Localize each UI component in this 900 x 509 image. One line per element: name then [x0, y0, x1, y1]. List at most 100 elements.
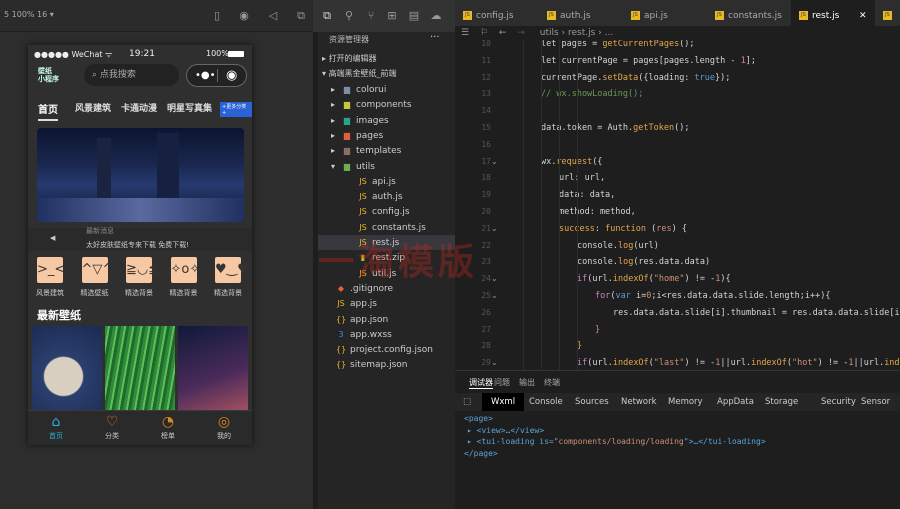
tabbar-item-0[interactable]: ⌂ 首页 — [28, 413, 84, 441]
panel-tab[interactable]: 问题 — [494, 377, 510, 388]
fold-chevron-icon[interactable]: ⌄ — [491, 274, 498, 283]
tabbar-item-2[interactable]: ◔ 榜单 — [140, 413, 196, 441]
code-line: wx.request({ — [541, 156, 603, 167]
wallpaper-thumbnail[interactable] — [32, 326, 102, 410]
window-icon[interactable]: ⧉ — [295, 10, 307, 22]
devtools-tab-network[interactable]: Network — [621, 393, 657, 411]
debug-icon[interactable]: ▤ — [408, 10, 420, 22]
tree-item[interactable]: JS auth.js — [318, 189, 455, 204]
devtools-tab-console[interactable]: Console — [529, 393, 563, 411]
wallpaper-thumbnail[interactable] — [105, 326, 175, 410]
fold-chevron-icon[interactable]: ⌄ — [491, 157, 498, 166]
search-icon[interactable]: ⚲ — [343, 10, 355, 22]
project-section[interactable]: ▾ 高端黑金壁纸_前端 — [318, 66, 455, 81]
back-icon[interactable]: ← — [499, 28, 507, 38]
tabbar-item-3[interactable]: ◎ 我的 — [196, 413, 252, 441]
folder-open-icon: ▆ — [343, 161, 351, 171]
tree-item[interactable]: {} app.json — [318, 312, 455, 327]
tree-item[interactable]: JS api.js — [318, 174, 455, 189]
panel-tab[interactable]: 终端 — [544, 377, 560, 388]
devtools-tab-security[interactable]: Security — [821, 393, 856, 411]
tree-item[interactable]: ▮ rest.zip — [318, 250, 455, 265]
tree-item[interactable]: ▸ ▆ templates — [318, 143, 455, 158]
tree-item[interactable]: ▸ ▆ images — [318, 113, 455, 128]
tree-item[interactable]: JS util.js — [318, 266, 455, 281]
explorer-menu-button[interactable]: ··· — [430, 32, 440, 43]
category-label[interactable]: 精选背景 — [208, 288, 248, 298]
extensions-icon[interactable]: ⊞ — [386, 10, 398, 22]
outline-icon[interactable]: ☰ — [461, 28, 469, 38]
tab-scenery[interactable]: 风景建筑 — [75, 101, 111, 114]
category-icon[interactable]: ✧o✧ — [170, 257, 200, 283]
tree-item[interactable]: JS config.js — [318, 204, 455, 219]
tree-item[interactable]: JS constants.js — [318, 220, 455, 235]
search-input[interactable]: ⌕ 点我搜索 — [84, 64, 179, 86]
tree-item[interactable]: JS rest.js — [318, 235, 455, 250]
close-button[interactable]: ◉ — [226, 65, 237, 86]
tree-item[interactable]: {} project.config.json — [318, 342, 455, 357]
source-control-icon[interactable]: ⑂ — [365, 10, 377, 22]
devtools-tab-appdata[interactable]: AppData — [717, 393, 754, 411]
inspect-icon[interactable]: ⬚ — [463, 393, 471, 411]
tab-anime[interactable]: 卡通动漫 — [121, 101, 157, 114]
wallpaper-thumbnail[interactable] — [178, 326, 248, 410]
fold-chevron-icon[interactable]: ⌄ — [491, 291, 498, 300]
devtools-tab-sensor[interactable]: Sensor — [861, 393, 890, 411]
code-editor[interactable]: 10 let pages = getCurrentPages(); 11 let cu… — [455, 40, 900, 370]
panel-tab[interactable]: 输出 — [519, 377, 535, 388]
search-placeholder: 点我搜索 — [99, 70, 136, 80]
devtools-tab-sources[interactable]: Sources — [575, 393, 609, 411]
fold-chevron-icon[interactable]: ⌄ — [491, 358, 498, 367]
folder-icon: ▆ — [343, 85, 351, 94]
devtools-tab-memory[interactable]: Memory — [668, 393, 703, 411]
tree-item[interactable]: ▸ ▆ colorui — [318, 82, 455, 97]
banner-image[interactable] — [37, 128, 244, 222]
fold-chevron-icon[interactable]: ⌄ — [491, 224, 498, 233]
tree-item[interactable]: ▸ ▆ components — [318, 97, 455, 112]
tab-home[interactable]: 首页 — [38, 101, 58, 116]
code-line: data.token = Auth.getToken(); — [541, 123, 690, 133]
tree-item[interactable]: JS app.js — [318, 296, 455, 311]
category-icon[interactable]: ♥‿♥ — [215, 257, 249, 283]
category-label[interactable]: 风景建筑 — [30, 288, 70, 298]
wxml-node[interactable]: <page> — [464, 414, 493, 423]
code-line: res.data.data.slide[i].thumbnail = res.d… — [613, 307, 900, 318]
forward-icon[interactable]: → — [517, 28, 525, 38]
volume-icon[interactable]: ◁ — [267, 10, 279, 22]
category-icon[interactable]: >_< — [37, 257, 65, 283]
tab-stars[interactable]: 明星写真集 — [167, 101, 212, 114]
bookmark-icon[interactable]: ⚐ — [480, 28, 488, 38]
tree-item[interactable]: ◆ .gitignore — [318, 281, 455, 296]
wxml-node[interactable]: </page> — [464, 449, 498, 458]
phone-icon[interactable]: ▯ — [211, 10, 223, 22]
line-number: 14 — [481, 106, 491, 116]
notice-bar[interactable]: ◀ 最新消息 太好皮肤壁纸专来下载 免费下载! — [28, 227, 252, 251]
devtools-tab-wxml[interactable]: Wxml — [482, 393, 525, 411]
zoom-select[interactable]: 5 100% 16 ▾ — [4, 10, 54, 19]
category-icon[interactable]: ^▽^ — [81, 257, 113, 283]
category-label[interactable]: 精选壁纸 — [75, 288, 115, 298]
more-categories-button[interactable]: +更多分类+ — [220, 102, 252, 117]
category-icon[interactable]: ≧◡≦ — [126, 257, 159, 283]
category-label[interactable]: 精选背景 — [119, 288, 159, 298]
tree-item[interactable]: {} sitemap.json — [318, 357, 455, 372]
breadcrumb-path[interactable]: utils › rest.js › ... — [540, 28, 613, 38]
tabbar-item-1[interactable]: ♡ 分类 — [84, 413, 140, 441]
devtools-tab-storage[interactable]: Storage — [765, 393, 798, 411]
tree-item[interactable]: ▸ ▆ pages — [318, 128, 455, 143]
wxml-node[interactable]: ▸ <tui-loading is="components/loading/lo… — [467, 437, 766, 446]
zip-icon: ▮ — [360, 253, 366, 263]
code-line: console.log(url) — [577, 240, 659, 251]
files-icon[interactable]: ⧉ — [321, 10, 333, 22]
tree-item[interactable]: ▾ ▆ utils — [318, 159, 455, 174]
more-button[interactable]: •●• — [195, 65, 216, 86]
stop-icon[interactable]: ◉ — [238, 10, 250, 22]
wxml-node[interactable]: ▸ <view>…</view> — [467, 426, 544, 435]
tree-item[interactable]: 3 app.wxss — [318, 327, 455, 342]
panel-tab[interactable]: 调试器 — [469, 377, 493, 389]
js-icon: JS — [359, 192, 367, 202]
open-editors-section[interactable]: ▸ 打开的编辑器 — [318, 51, 455, 66]
docker-icon[interactable]: ☁ — [430, 10, 442, 22]
explorer: 资源管理器 ··· ▸ 打开的编辑器 ▾ 高端黑金壁纸_前端 ▸ ▆ colorui… — [318, 32, 455, 509]
category-label[interactable]: 精选背景 — [164, 288, 204, 298]
